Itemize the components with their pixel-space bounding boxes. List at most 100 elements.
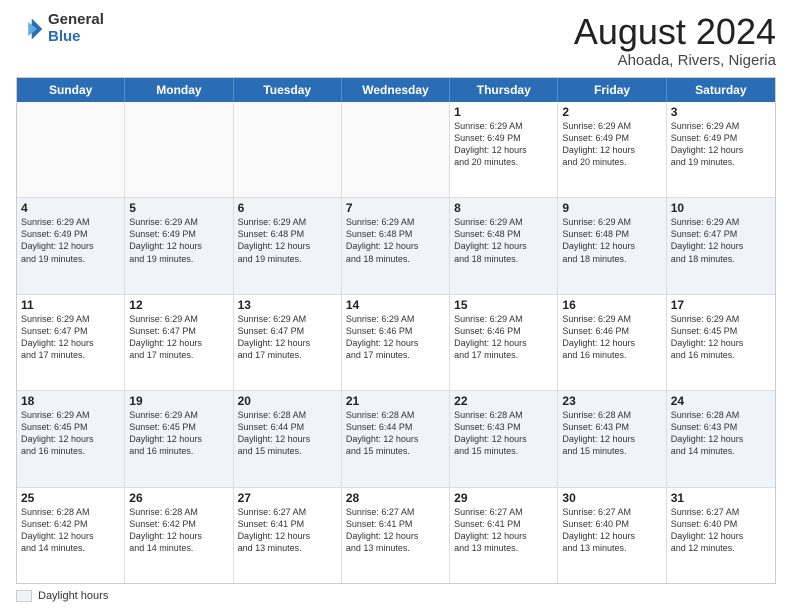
day-number: 15 (454, 298, 553, 312)
day-number: 29 (454, 491, 553, 505)
day-info: Sunrise: 6:28 AM Sunset: 6:42 PM Dayligh… (129, 506, 228, 555)
cal-cell-empty-2 (234, 102, 342, 197)
day-number: 12 (129, 298, 228, 312)
cal-cell-6: 6Sunrise: 6:29 AM Sunset: 6:48 PM Daylig… (234, 198, 342, 293)
day-info: Sunrise: 6:29 AM Sunset: 6:45 PM Dayligh… (671, 313, 771, 362)
day-info: Sunrise: 6:27 AM Sunset: 6:40 PM Dayligh… (562, 506, 661, 555)
cal-cell-23: 23Sunrise: 6:28 AM Sunset: 6:43 PM Dayli… (558, 391, 666, 486)
calendar: SundayMondayTuesdayWednesdayThursdayFrid… (16, 77, 776, 584)
day-number: 4 (21, 201, 120, 215)
calendar-header: SundayMondayTuesdayWednesdayThursdayFrid… (17, 78, 775, 102)
cal-cell-4: 4Sunrise: 6:29 AM Sunset: 6:49 PM Daylig… (17, 198, 125, 293)
day-info: Sunrise: 6:28 AM Sunset: 6:42 PM Dayligh… (21, 506, 120, 555)
legend-label: Daylight hours (38, 590, 108, 602)
calendar-week-1: 1Sunrise: 6:29 AM Sunset: 6:49 PM Daylig… (17, 102, 775, 197)
day-number: 26 (129, 491, 228, 505)
logo-general: General (48, 12, 104, 29)
cal-cell-12: 12Sunrise: 6:29 AM Sunset: 6:47 PM Dayli… (125, 295, 233, 390)
cal-cell-empty-3 (342, 102, 450, 197)
cal-cell-24: 24Sunrise: 6:28 AM Sunset: 6:43 PM Dayli… (667, 391, 775, 486)
header-day-tuesday: Tuesday (234, 78, 342, 102)
logo-blue: Blue (48, 29, 104, 46)
day-info: Sunrise: 6:29 AM Sunset: 6:49 PM Dayligh… (562, 120, 661, 169)
day-number: 25 (21, 491, 120, 505)
day-info: Sunrise: 6:29 AM Sunset: 6:46 PM Dayligh… (346, 313, 445, 362)
day-number: 30 (562, 491, 661, 505)
title-block: August 2024 Ahoada, Rivers, Nigeria (574, 12, 776, 69)
cal-cell-5: 5Sunrise: 6:29 AM Sunset: 6:49 PM Daylig… (125, 198, 233, 293)
cal-cell-empty-0 (17, 102, 125, 197)
day-number: 20 (238, 394, 337, 408)
day-number: 13 (238, 298, 337, 312)
day-info: Sunrise: 6:29 AM Sunset: 6:49 PM Dayligh… (129, 216, 228, 265)
calendar-body: 1Sunrise: 6:29 AM Sunset: 6:49 PM Daylig… (17, 102, 775, 583)
day-number: 9 (562, 201, 661, 215)
cal-cell-29: 29Sunrise: 6:27 AM Sunset: 6:41 PM Dayli… (450, 488, 558, 583)
day-number: 10 (671, 201, 771, 215)
cal-cell-11: 11Sunrise: 6:29 AM Sunset: 6:47 PM Dayli… (17, 295, 125, 390)
day-number: 1 (454, 105, 553, 119)
header-day-saturday: Saturday (667, 78, 775, 102)
cal-cell-30: 30Sunrise: 6:27 AM Sunset: 6:40 PM Dayli… (558, 488, 666, 583)
cal-cell-empty-1 (125, 102, 233, 197)
cal-cell-26: 26Sunrise: 6:28 AM Sunset: 6:42 PM Dayli… (125, 488, 233, 583)
day-info: Sunrise: 6:29 AM Sunset: 6:46 PM Dayligh… (454, 313, 553, 362)
day-number: 21 (346, 394, 445, 408)
cal-cell-10: 10Sunrise: 6:29 AM Sunset: 6:47 PM Dayli… (667, 198, 775, 293)
day-number: 11 (21, 298, 120, 312)
day-info: Sunrise: 6:29 AM Sunset: 6:48 PM Dayligh… (346, 216, 445, 265)
title-month: August 2024 (574, 12, 776, 52)
day-info: Sunrise: 6:29 AM Sunset: 6:47 PM Dayligh… (21, 313, 120, 362)
day-number: 24 (671, 394, 771, 408)
cal-cell-9: 9Sunrise: 6:29 AM Sunset: 6:48 PM Daylig… (558, 198, 666, 293)
day-number: 18 (21, 394, 120, 408)
day-info: Sunrise: 6:29 AM Sunset: 6:48 PM Dayligh… (454, 216, 553, 265)
day-number: 5 (129, 201, 228, 215)
cal-cell-28: 28Sunrise: 6:27 AM Sunset: 6:41 PM Dayli… (342, 488, 450, 583)
cal-cell-22: 22Sunrise: 6:28 AM Sunset: 6:43 PM Dayli… (450, 391, 558, 486)
logo-icon (16, 15, 44, 43)
day-number: 17 (671, 298, 771, 312)
day-number: 31 (671, 491, 771, 505)
day-info: Sunrise: 6:29 AM Sunset: 6:49 PM Dayligh… (454, 120, 553, 169)
title-location: Ahoada, Rivers, Nigeria (574, 52, 776, 69)
cal-cell-14: 14Sunrise: 6:29 AM Sunset: 6:46 PM Dayli… (342, 295, 450, 390)
cal-cell-16: 16Sunrise: 6:29 AM Sunset: 6:46 PM Dayli… (558, 295, 666, 390)
legend: Daylight hours (16, 590, 776, 602)
header-day-sunday: Sunday (17, 78, 125, 102)
day-info: Sunrise: 6:29 AM Sunset: 6:46 PM Dayligh… (562, 313, 661, 362)
day-number: 3 (671, 105, 771, 119)
logo: General Blue (16, 12, 104, 45)
cal-cell-1: 1Sunrise: 6:29 AM Sunset: 6:49 PM Daylig… (450, 102, 558, 197)
legend-box (16, 590, 32, 602)
day-number: 14 (346, 298, 445, 312)
cal-cell-31: 31Sunrise: 6:27 AM Sunset: 6:40 PM Dayli… (667, 488, 775, 583)
day-number: 16 (562, 298, 661, 312)
cal-cell-7: 7Sunrise: 6:29 AM Sunset: 6:48 PM Daylig… (342, 198, 450, 293)
day-number: 19 (129, 394, 228, 408)
day-info: Sunrise: 6:28 AM Sunset: 6:43 PM Dayligh… (454, 409, 553, 458)
cal-cell-13: 13Sunrise: 6:29 AM Sunset: 6:47 PM Dayli… (234, 295, 342, 390)
header-day-thursday: Thursday (450, 78, 558, 102)
day-info: Sunrise: 6:28 AM Sunset: 6:44 PM Dayligh… (238, 409, 337, 458)
day-number: 7 (346, 201, 445, 215)
day-info: Sunrise: 6:27 AM Sunset: 6:41 PM Dayligh… (454, 506, 553, 555)
day-info: Sunrise: 6:29 AM Sunset: 6:47 PM Dayligh… (129, 313, 228, 362)
cal-cell-27: 27Sunrise: 6:27 AM Sunset: 6:41 PM Dayli… (234, 488, 342, 583)
day-info: Sunrise: 6:28 AM Sunset: 6:43 PM Dayligh… (562, 409, 661, 458)
day-number: 22 (454, 394, 553, 408)
calendar-week-2: 4Sunrise: 6:29 AM Sunset: 6:49 PM Daylig… (17, 197, 775, 293)
cal-cell-25: 25Sunrise: 6:28 AM Sunset: 6:42 PM Dayli… (17, 488, 125, 583)
day-info: Sunrise: 6:27 AM Sunset: 6:40 PM Dayligh… (671, 506, 771, 555)
day-info: Sunrise: 6:29 AM Sunset: 6:49 PM Dayligh… (21, 216, 120, 265)
cal-cell-2: 2Sunrise: 6:29 AM Sunset: 6:49 PM Daylig… (558, 102, 666, 197)
header-day-monday: Monday (125, 78, 233, 102)
day-number: 6 (238, 201, 337, 215)
header: General Blue August 2024 Ahoada, Rivers,… (16, 12, 776, 69)
cal-cell-17: 17Sunrise: 6:29 AM Sunset: 6:45 PM Dayli… (667, 295, 775, 390)
calendar-week-5: 25Sunrise: 6:28 AM Sunset: 6:42 PM Dayli… (17, 487, 775, 583)
cal-cell-8: 8Sunrise: 6:29 AM Sunset: 6:48 PM Daylig… (450, 198, 558, 293)
day-info: Sunrise: 6:29 AM Sunset: 6:47 PM Dayligh… (671, 216, 771, 265)
cal-cell-20: 20Sunrise: 6:28 AM Sunset: 6:44 PM Dayli… (234, 391, 342, 486)
page: General Blue August 2024 Ahoada, Rivers,… (0, 0, 792, 612)
